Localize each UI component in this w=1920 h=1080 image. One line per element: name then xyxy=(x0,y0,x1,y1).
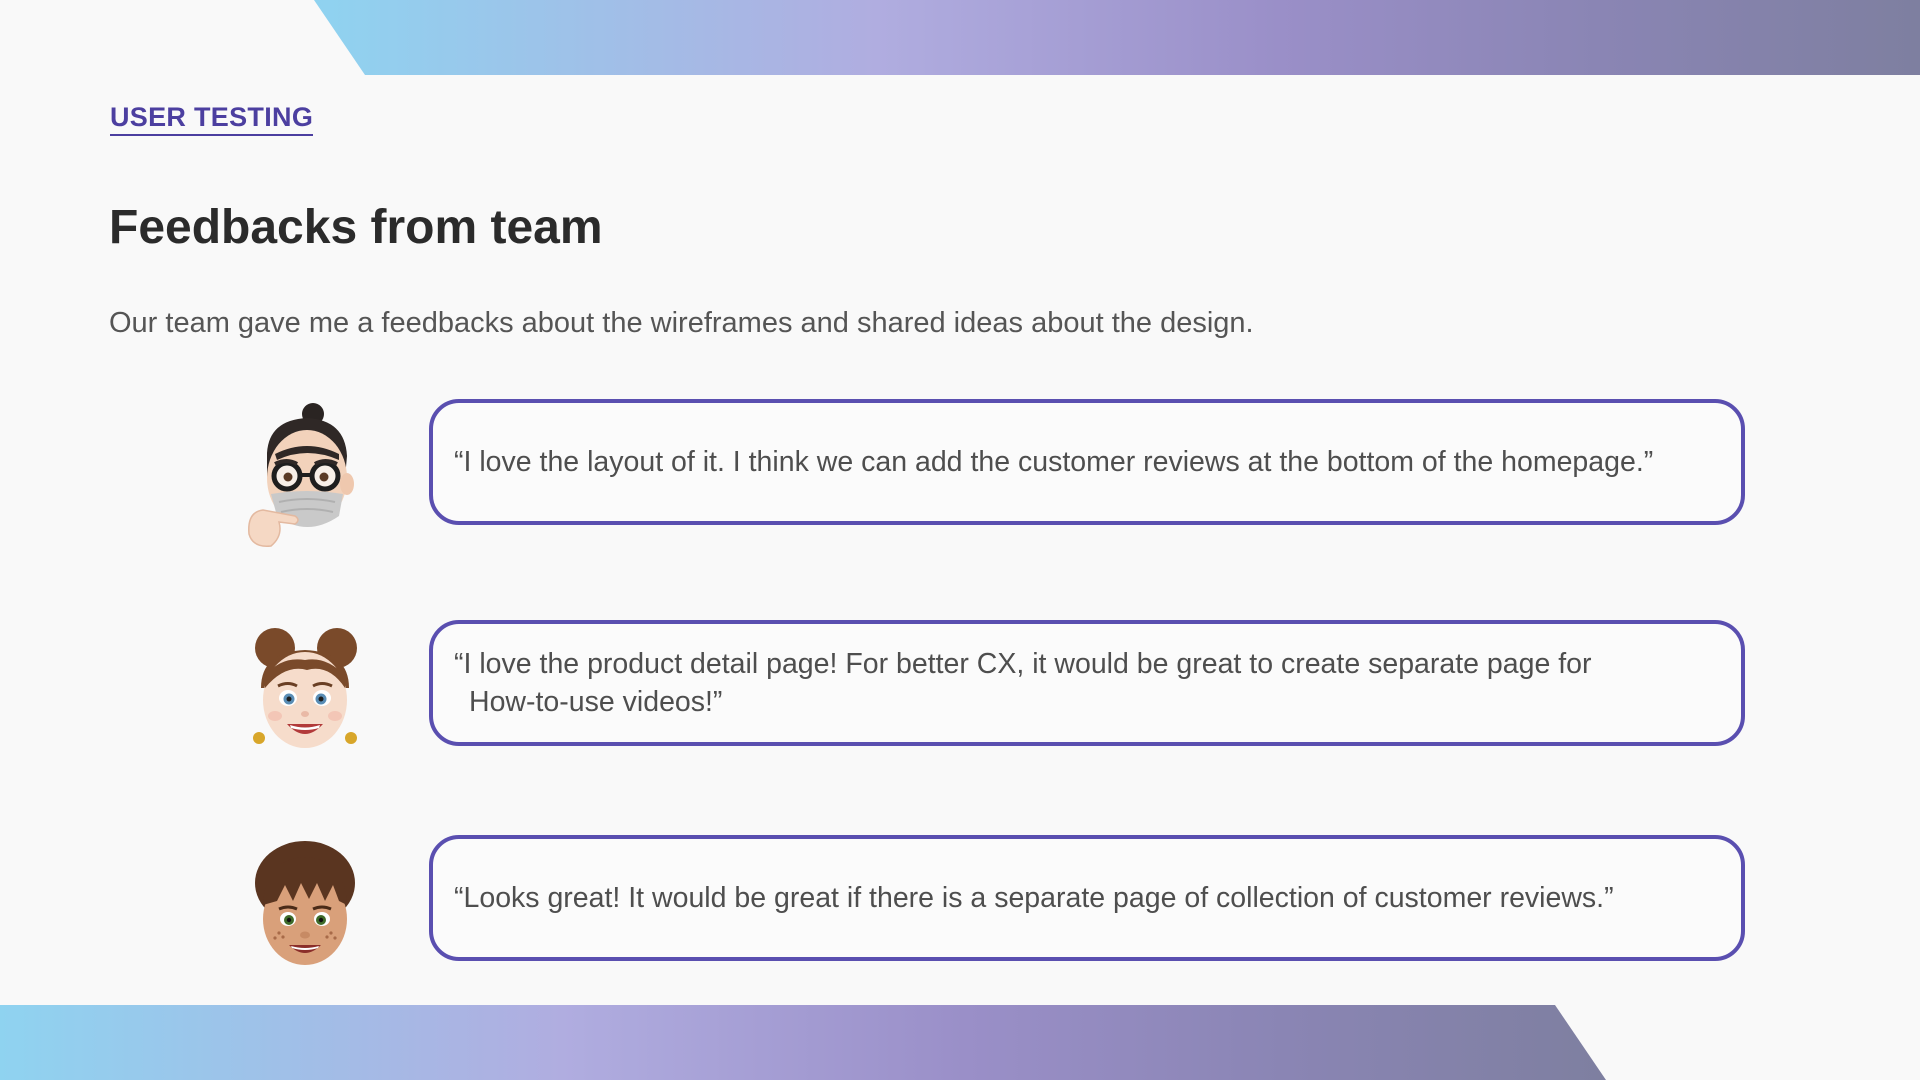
boy-with-bangs-avatar xyxy=(245,835,365,985)
feedback-bubble: “I love the product detail page! For bet… xyxy=(429,620,1745,746)
woman-with-hair-buns-avatar xyxy=(245,618,365,768)
feedback-quote: “Looks great! It would be great if there… xyxy=(454,882,1614,914)
feedback-quote: “I love the layout of it. I think we can… xyxy=(454,446,1654,478)
feedback-quote-line: “I love the product detail page! For bet… xyxy=(454,648,1592,680)
bottom-gradient-band xyxy=(0,1005,1606,1080)
man-with-glasses-and-mask-avatar xyxy=(245,398,365,548)
top-gradient-band xyxy=(314,0,1920,75)
feedback-quote: “I love the product detail page! For bet… xyxy=(454,645,1592,721)
feedback-quote-line: How-to-use videos!” xyxy=(469,686,723,718)
page-subtitle: Our team gave me a feedbacks about the w… xyxy=(109,307,1254,339)
feedback-bubble: “Looks great! It would be great if there… xyxy=(429,835,1745,961)
section-eyebrow: USER TESTING xyxy=(110,102,314,136)
feedback-bubble: “I love the layout of it. I think we can… xyxy=(429,399,1745,525)
page-title: Feedbacks from team xyxy=(109,201,603,254)
